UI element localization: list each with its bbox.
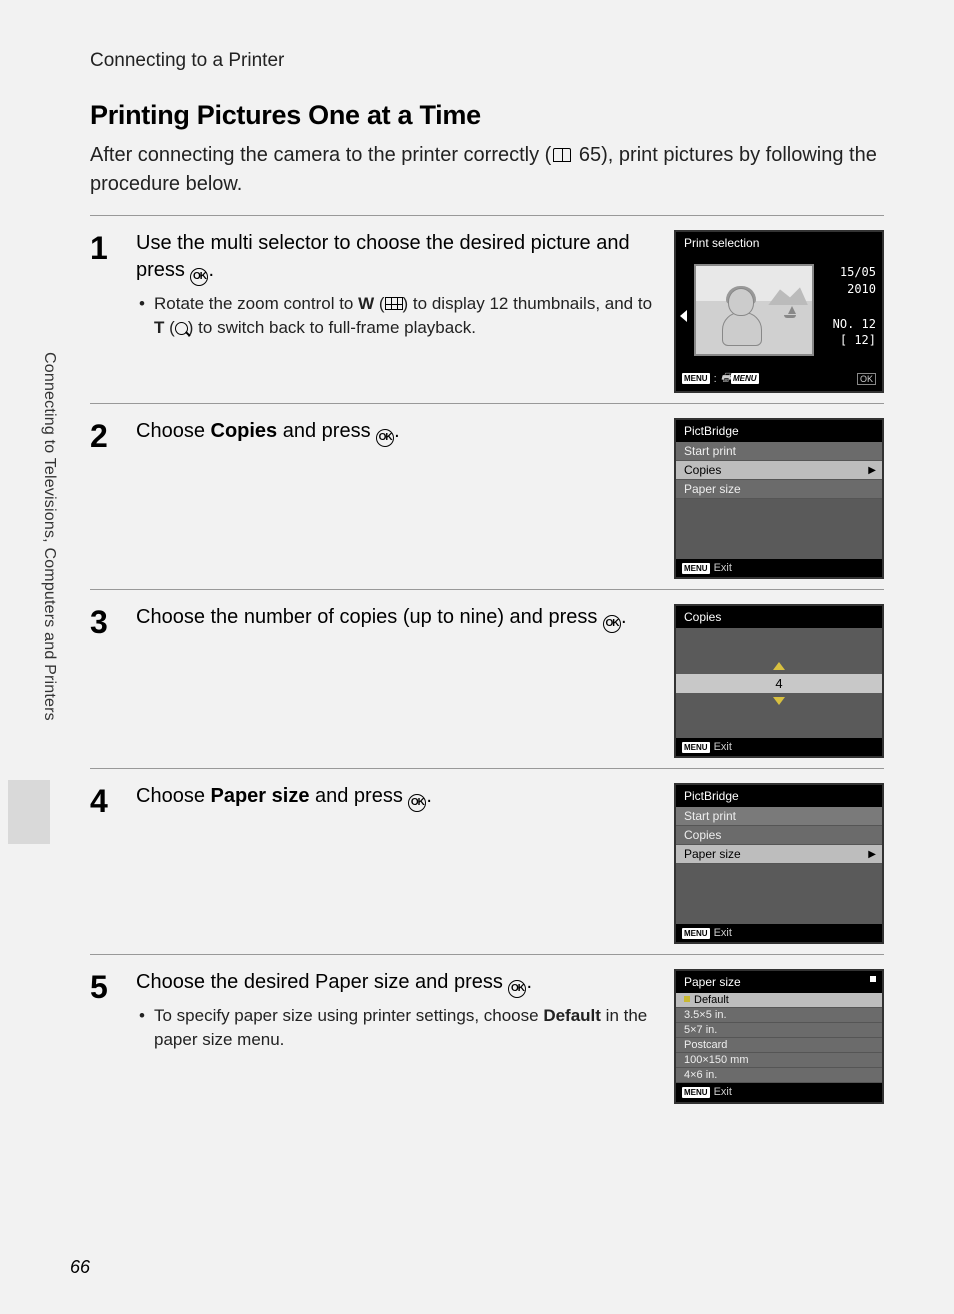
paper-size-list: Default 3.5×5 in. 5×7 in. Postcard 100×1… [676, 993, 882, 1083]
menu-badge: MENU [682, 742, 710, 753]
running-header: Connecting to a Printer [90, 50, 884, 72]
menu-item-start-print: Start print [676, 807, 882, 826]
screen-print-selection: Print selection 15/05 2010 NO. 12 [ 12] [674, 230, 884, 393]
copies-value: 4 [676, 674, 882, 693]
side-tab: Connecting to Televisions, Computers and… [8, 352, 44, 852]
screen-footer: MENU : 🖶MENU OK [676, 366, 882, 391]
photo-year: 2010 [833, 281, 876, 298]
side-tab-indicator [8, 780, 50, 844]
intro-paragraph: After connecting the camera to the print… [90, 141, 884, 199]
chevron-right-icon: ▶ [868, 465, 876, 476]
chevron-right-icon: ▶ [868, 849, 876, 860]
screen-title: Paper size [676, 971, 882, 993]
page-number: 66 [70, 1257, 90, 1278]
menu-badge: MENU [682, 928, 710, 939]
screen-paper-size: Paper size Default 3.5×5 in. 5×7 in. Pos… [674, 969, 884, 1104]
menu-item-paper-size: Paper size [676, 480, 882, 499]
step-5: 5 Choose the desired Paper size and pres… [90, 954, 884, 1104]
screen-footer: MENU Exit [676, 924, 882, 942]
screen-footer: MENU Exit [676, 738, 882, 756]
screen-title: Print selection [676, 232, 882, 254]
step-number: 2 [90, 420, 118, 579]
side-chapter-label: Connecting to Televisions, Computers and… [40, 352, 58, 721]
ok-badge-icon: OK [857, 373, 876, 385]
list-item: 100×150 mm [676, 1053, 882, 1068]
footer-exit: Exit [714, 927, 732, 939]
photo-count: [ 12] [833, 332, 876, 349]
footer-sep: : [714, 373, 717, 385]
screen-pictbridge-papersize: PictBridge Start print Copies Paper size… [674, 783, 884, 944]
list-item: Postcard [676, 1038, 882, 1053]
screen-title: PictBridge [676, 785, 882, 807]
screen-copies: Copies 4 MENU Exit [674, 604, 884, 758]
menu-item-start-print: Start print [676, 442, 882, 461]
step-number: 5 [90, 971, 118, 1104]
intro-text-pre: After connecting the camera to the print… [90, 144, 551, 166]
menu-item-copies: Copies [676, 826, 882, 845]
step-number: 4 [90, 785, 118, 944]
menu-item-paper-size-selected: Paper size▶ [676, 845, 882, 864]
footer-menu-icon: 🖶MENU [721, 369, 759, 388]
step-5-bullet: To specify paper size using printer sett… [154, 1004, 656, 1052]
step-number: 3 [90, 606, 118, 758]
screen-footer: MENU Exit [676, 559, 882, 577]
step-4-instruction: Choose Paper size and press OK. [136, 783, 656, 812]
photo-number: NO. 12 [833, 316, 876, 333]
step-2-instruction: Choose Copies and press OK. [136, 418, 656, 447]
step-3-instruction: Choose the number of copies (up to nine)… [136, 604, 656, 633]
ok-icon: OK [190, 268, 208, 286]
step-5-instruction: Choose the desired Paper size and press … [136, 969, 656, 998]
section-title: Printing Pictures One at a Time [90, 100, 884, 131]
photo-info: 15/05 2010 NO. 12 [ 12] [833, 264, 876, 349]
list-item: 3.5×5 in. [676, 1008, 882, 1023]
arrow-down-icon [773, 697, 785, 705]
list-item-default-selected: Default [676, 993, 882, 1008]
menu-list: Start print Copies Paper size▶ [676, 807, 882, 864]
footer-exit: Exit [714, 1086, 732, 1098]
menu-badge: MENU [682, 563, 710, 574]
scroll-indicator-icon [870, 976, 876, 982]
ok-icon: OK [408, 794, 426, 812]
screen-title: PictBridge [676, 420, 882, 442]
footer-exit: Exit [714, 741, 732, 753]
menu-badge: MENU [682, 373, 710, 384]
left-arrow-icon [680, 310, 687, 322]
step-3: 3 Choose the number of copies (up to nin… [90, 589, 884, 758]
list-item: 5×7 in. [676, 1023, 882, 1038]
menu-item-copies-selected: Copies▶ [676, 461, 882, 480]
step-1-instruction: Use the multi selector to choose the des… [136, 230, 656, 286]
check-icon [684, 996, 690, 1002]
ok-icon: OK [508, 980, 526, 998]
menu-badge: MENU [682, 1087, 710, 1098]
ok-icon: OK [603, 615, 621, 633]
thumbnail-preview [694, 264, 814, 356]
list-item: 4×6 in. [676, 1068, 882, 1083]
menu-list: Start print Copies▶ Paper size [676, 442, 882, 499]
magnifier-icon [175, 322, 188, 335]
step-1: 1 Use the multi selector to choose the d… [90, 215, 884, 393]
ok-icon: OK [376, 429, 394, 447]
step-1-bullet: Rotate the zoom control to W () to displ… [154, 292, 656, 340]
thumbnail-icon [385, 297, 403, 310]
step-4: 4 Choose Paper size and press OK. PictBr… [90, 768, 884, 944]
book-icon [553, 148, 571, 162]
step-2: 2 Choose Copies and press OK. PictBridge… [90, 403, 884, 579]
footer-exit: Exit [714, 562, 732, 574]
photo-date: 15/05 [833, 264, 876, 281]
arrow-up-icon [773, 662, 785, 670]
screen-pictbridge-copies: PictBridge Start print Copies▶ Paper siz… [674, 418, 884, 579]
screen-footer: MENU Exit [676, 1083, 882, 1101]
step-number: 1 [90, 232, 118, 393]
screen-title: Copies [676, 606, 882, 628]
